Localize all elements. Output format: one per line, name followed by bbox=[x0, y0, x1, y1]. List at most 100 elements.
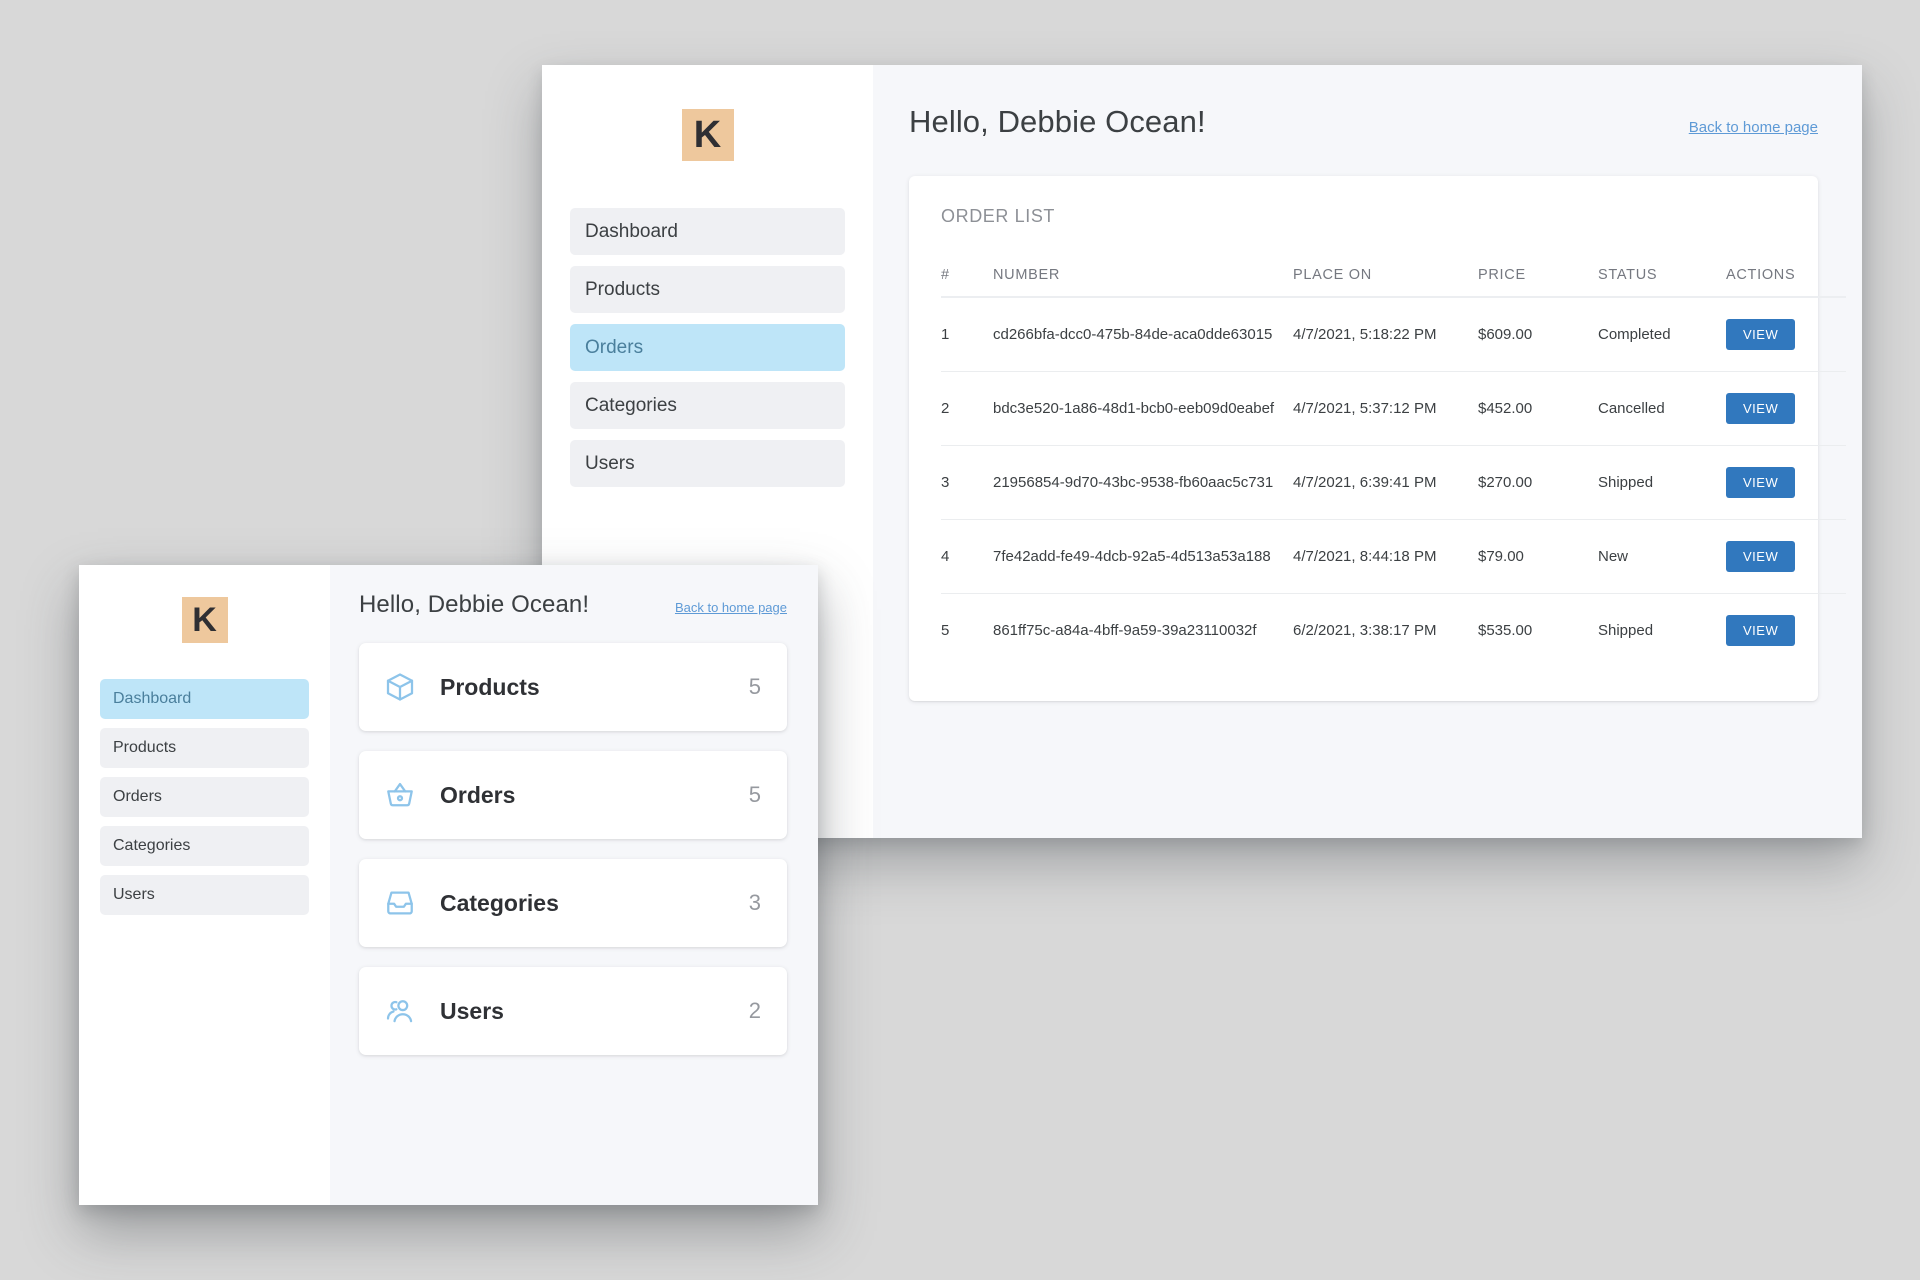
cell-index: 1 bbox=[941, 297, 993, 372]
column-header-price: PRICE bbox=[1478, 267, 1598, 298]
users-icon bbox=[383, 994, 417, 1028]
sidebar-item-label: Users bbox=[585, 452, 635, 474]
dashboard-main: Hello, Debbie Ocean! Back to home page P… bbox=[330, 565, 818, 1205]
cell-number: cd266bfa-dcc0-475b-84de-aca0dde63015 bbox=[993, 297, 1293, 372]
sidebar-item-label: Products bbox=[585, 278, 660, 300]
stat-card-products[interactable]: Products 5 bbox=[359, 643, 787, 731]
sidebar-item-label: Orders bbox=[113, 788, 162, 805]
orders-table: # NUMBER PLACE ON PRICE STATUS ACTIONS 1… bbox=[941, 267, 1846, 667]
view-order-button[interactable]: VIEW bbox=[1726, 615, 1796, 646]
stat-card-count: 2 bbox=[748, 998, 761, 1023]
cell-number: 7fe42add-fe49-4dcb-92a5-4d513a53a188 bbox=[993, 519, 1293, 594]
back-to-home-link[interactable]: Back to home page bbox=[675, 600, 787, 615]
cell-actions: VIEW bbox=[1726, 519, 1846, 594]
order-list-card: ORDER LIST # NUMBER PLACE ON PRICE STATU… bbox=[909, 176, 1846, 701]
sidebar-item-orders[interactable]: Orders bbox=[570, 324, 845, 371]
view-order-button[interactable]: VIEW bbox=[1726, 467, 1796, 498]
stat-card-label: Users bbox=[440, 997, 504, 1024]
back-to-home-link[interactable]: Back to home page bbox=[1689, 119, 1818, 136]
cell-placed: 4/7/2021, 6:39:41 PM bbox=[1293, 445, 1478, 520]
sidebar-item-users[interactable]: Users bbox=[570, 440, 845, 487]
orders-header: Hello, Debbie Ocean! Back to home page bbox=[909, 104, 1818, 140]
cell-number: 21956854-9d70-43bc-9538-fb60aac5c731 bbox=[993, 445, 1293, 520]
view-order-button[interactable]: VIEW bbox=[1726, 541, 1796, 572]
sidebar-item-users[interactable]: Users bbox=[100, 875, 309, 915]
cell-actions: VIEW bbox=[1726, 297, 1846, 372]
stat-card-label: Orders bbox=[440, 781, 516, 808]
cell-status: Shipped bbox=[1598, 621, 1654, 639]
sidebar-item-label: Products bbox=[113, 739, 177, 756]
dashboard-header: Hello, Debbie Ocean! Back to home page bbox=[359, 591, 787, 619]
column-header-status: STATUS bbox=[1598, 267, 1726, 298]
brand-logo-k: K bbox=[681, 109, 734, 161]
sidebar-item-label: Categories bbox=[113, 837, 191, 854]
stat-card-orders[interactable]: Orders 5 bbox=[359, 751, 787, 839]
cell-index: 2 bbox=[941, 371, 993, 446]
order-list-title: ORDER LIST bbox=[941, 206, 1056, 226]
cell-number: 861ff75c-a84a-4bff-9a59-39a23110032f bbox=[993, 621, 1257, 639]
stat-card-count: 3 bbox=[748, 890, 761, 915]
table-row: 1 cd266bfa-dcc0-475b-84de-aca0dde63015 4… bbox=[941, 297, 1846, 372]
sidebar-item-categories[interactable]: Categories bbox=[570, 382, 845, 429]
sidebar-item-label: Orders bbox=[585, 336, 644, 358]
sidebar-item-label: Users bbox=[113, 886, 155, 903]
cube-icon bbox=[383, 670, 417, 704]
cell-price: $79.00 bbox=[1478, 519, 1598, 594]
sidebar-item-dashboard[interactable]: Dashboard bbox=[100, 679, 309, 719]
orders-main: Hello, Debbie Ocean! Back to home page O… bbox=[873, 65, 1862, 838]
sidebar-item-label: Dashboard bbox=[585, 220, 678, 242]
logo-container: K bbox=[100, 597, 309, 643]
cell-price: $270.00 bbox=[1478, 445, 1598, 520]
table-row: 3 21956854-9d70-43bc-9538-fb60aac5c731 4… bbox=[941, 445, 1846, 520]
cell-placed: 4/7/2021, 5:18:22 PM bbox=[1293, 297, 1478, 372]
cell-index: 3 bbox=[941, 445, 993, 520]
column-header-index: # bbox=[941, 267, 993, 298]
dashboard-sidebar: K Dashboard Products Orders Categories U… bbox=[79, 565, 330, 1205]
cell-placed: 6/2/2021, 3:38:17 PM bbox=[1293, 621, 1437, 639]
cell-status: New bbox=[1598, 519, 1726, 594]
dashboard-window: K Dashboard Products Orders Categories U… bbox=[79, 565, 818, 1205]
cell-status: Cancelled bbox=[1598, 371, 1726, 446]
sidebar-item-categories[interactable]: Categories bbox=[100, 826, 309, 866]
cell-placed: 4/7/2021, 8:44:18 PM bbox=[1293, 519, 1478, 594]
cell-placed: 4/7/2021, 5:37:12 PM bbox=[1293, 371, 1478, 446]
brand-logo-k: K bbox=[181, 597, 228, 643]
basket-icon bbox=[383, 778, 417, 812]
view-order-button[interactable]: VIEW bbox=[1726, 319, 1796, 350]
cell-price: $535.00 bbox=[1478, 621, 1533, 639]
page-title: Hello, Debbie Ocean! bbox=[909, 104, 1206, 139]
view-order-button[interactable]: VIEW bbox=[1726, 393, 1796, 424]
cell-actions: VIEW bbox=[1726, 594, 1846, 668]
cell-actions: VIEW bbox=[1726, 371, 1846, 446]
stat-card-users[interactable]: Users 2 bbox=[359, 967, 787, 1055]
cell-index: 5 bbox=[941, 621, 950, 639]
stat-card-count: 5 bbox=[748, 782, 761, 807]
inbox-icon bbox=[383, 886, 417, 920]
page-title: Hello, Debbie Ocean! bbox=[359, 591, 590, 618]
sidebar-item-label: Dashboard bbox=[113, 690, 192, 707]
cell-price: $609.00 bbox=[1478, 297, 1598, 372]
orders-table-head: # NUMBER PLACE ON PRICE STATUS ACTIONS bbox=[941, 267, 1846, 298]
table-header-row: # NUMBER PLACE ON PRICE STATUS ACTIONS bbox=[941, 267, 1846, 298]
sidebar-item-dashboard[interactable]: Dashboard bbox=[570, 208, 845, 255]
sidebar-item-products[interactable]: Products bbox=[570, 266, 845, 313]
stat-card-label: Products bbox=[440, 673, 540, 700]
logo-container: K bbox=[570, 109, 845, 161]
sidebar-item-products[interactable]: Products bbox=[100, 728, 309, 768]
sidebar-item-orders[interactable]: Orders bbox=[100, 777, 309, 817]
dashboard-sidebar-nav: Dashboard Products Orders Categories Use… bbox=[100, 679, 309, 915]
cell-number: bdc3e520-1a86-48d1-bcb0-eeb09d0eabef bbox=[993, 371, 1293, 446]
table-row: 5 861ff75c-a84a-4bff-9a59-39a23110032f 6… bbox=[941, 594, 1846, 668]
column-header-placed: PLACE ON bbox=[1293, 267, 1478, 298]
cell-status: Shipped bbox=[1598, 445, 1726, 520]
cell-actions: VIEW bbox=[1726, 445, 1846, 520]
column-header-actions: ACTIONS bbox=[1726, 267, 1846, 298]
table-row: 4 7fe42add-fe49-4dcb-92a5-4d513a53a188 4… bbox=[941, 519, 1846, 594]
cell-status: Completed bbox=[1598, 297, 1726, 372]
orders-sidebar-nav: Dashboard Products Orders Categories Use… bbox=[570, 208, 845, 487]
column-header-number: NUMBER bbox=[993, 267, 1293, 298]
stat-card-categories[interactable]: Categories 3 bbox=[359, 859, 787, 947]
orders-table-body: 1 cd266bfa-dcc0-475b-84de-aca0dde63015 4… bbox=[941, 297, 1846, 667]
stat-card-list: Products 5 Orders 5 Categories 3 Users 2 bbox=[359, 643, 787, 1055]
stat-card-label: Categories bbox=[440, 889, 559, 916]
